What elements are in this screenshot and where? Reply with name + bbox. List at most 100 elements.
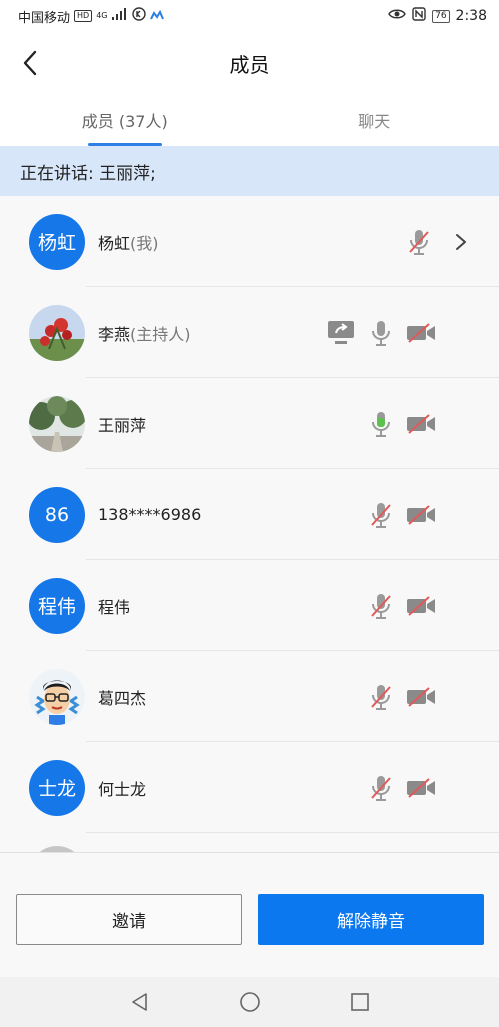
- signal-icon: [111, 8, 128, 24]
- status-bar: 中国移动 HD 4G 76 2:38: [0, 0, 499, 32]
- member-row[interactable]: 李燕(主持人): [0, 287, 499, 378]
- action-bar: 邀请 解除静音: [0, 852, 499, 977]
- member-row[interactable]: 王丽萍: [0, 378, 499, 469]
- member-role-tag: (我): [130, 233, 159, 253]
- system-nav-bar: [0, 977, 499, 1027]
- avatar: 86: [29, 486, 85, 543]
- status-bar-right: 76 2:38: [388, 7, 487, 25]
- member-name-wrap: 程伟: [98, 594, 130, 618]
- network-type: 4G: [96, 11, 108, 20]
- member-name: 138****6986: [98, 505, 202, 524]
- mic-muted-icon: [371, 775, 391, 801]
- member-row[interactable]: 杨虹 杨虹(我): [0, 196, 499, 287]
- tab-bar: 成员 (37人) 聊天: [0, 94, 499, 146]
- back-button[interactable]: [16, 48, 46, 78]
- mic-muted-icon: [371, 502, 391, 528]
- camera-off-icon: [407, 686, 435, 707]
- member-name: 李燕: [98, 324, 131, 344]
- row-divider: [86, 832, 499, 833]
- member-list: 杨虹 杨虹(我) 李燕(主持人) 王丽萍 86 138****6986 程伟 程…: [0, 196, 499, 852]
- member-row[interactable]: 86 138****6986: [0, 469, 499, 560]
- camera-off-button[interactable]: [401, 586, 441, 626]
- member-controls: [361, 586, 441, 626]
- camera-off-button[interactable]: [401, 313, 441, 353]
- camera-off-icon: [407, 504, 435, 525]
- member-name-wrap: 葛四杰: [98, 685, 146, 709]
- camera-off-button[interactable]: [401, 768, 441, 808]
- member-controls: [361, 677, 441, 717]
- flower-photo-icon: [29, 304, 85, 361]
- cartoon-face-icon: [29, 668, 85, 725]
- member-controls: [399, 222, 481, 262]
- camera-off-button[interactable]: [401, 404, 441, 444]
- nav-home-button[interactable]: [230, 982, 270, 1022]
- tab-chat[interactable]: 聊天: [250, 94, 499, 146]
- page-title: 成员: [229, 52, 270, 77]
- eye-comfort-icon: [388, 8, 406, 24]
- carrier-name: 中国移动: [18, 10, 71, 26]
- member-name: 王丽萍: [98, 415, 147, 435]
- member-row[interactable]: 葛四杰: [0, 651, 499, 742]
- member-row[interactable]: 士龙 何士龙: [0, 742, 499, 833]
- member-controls: [361, 768, 441, 808]
- member-name-wrap: 杨虹(我): [98, 230, 159, 254]
- clock: 2:38: [455, 8, 487, 24]
- battery-icon: 76: [432, 9, 450, 23]
- hd-badge: HD: [74, 10, 93, 22]
- mic-muted-button[interactable]: [361, 768, 401, 808]
- speaking-banner: 正在讲话: 王丽萍;: [0, 146, 499, 196]
- mic-muted-button[interactable]: [361, 586, 401, 626]
- mic-muted-icon: [371, 684, 391, 710]
- mic-icon: [372, 320, 390, 346]
- unmute-button[interactable]: 解除静音: [258, 894, 484, 945]
- mic-speaking-button[interactable]: [361, 404, 401, 444]
- member-detail-button[interactable]: [441, 222, 481, 262]
- camera-off-icon: [407, 595, 435, 616]
- nav-back-button[interactable]: [120, 982, 160, 1022]
- mic-muted-icon: [409, 229, 429, 255]
- member-name: 杨虹: [98, 233, 131, 253]
- circle-home-icon: [239, 992, 260, 1012]
- member-name: 何士龙: [98, 779, 147, 799]
- camera-off-button[interactable]: [401, 677, 441, 717]
- member-controls: [321, 313, 441, 353]
- triangle-back-icon: [131, 993, 147, 1011]
- nfc-icon: [412, 7, 426, 25]
- avatar: [29, 395, 85, 452]
- nav-recents-button[interactable]: [340, 982, 380, 1022]
- tab-members[interactable]: 成员 (37人): [0, 94, 250, 146]
- member-name-wrap: 何士龙: [98, 776, 146, 800]
- square-recents-icon: [350, 993, 369, 1011]
- camera-off-icon: [407, 413, 435, 434]
- avatar: 士龙: [29, 759, 85, 816]
- mic-button[interactable]: [361, 313, 401, 353]
- camera-off-button[interactable]: [401, 495, 441, 535]
- member-controls: [361, 495, 441, 535]
- member-row[interactable]: 程伟 程伟: [0, 560, 499, 651]
- app-header: 成员: [0, 32, 499, 94]
- screen-share-icon: [328, 320, 354, 344]
- member-name-wrap: 138****6986: [98, 505, 201, 524]
- trees-photo-icon: [29, 395, 85, 452]
- screen-share-button[interactable]: [321, 313, 361, 353]
- status-bar-left: 中国移动 HD 4G: [18, 7, 164, 26]
- member-name-wrap: 王丽萍: [98, 412, 146, 436]
- mic-speaking-icon: [372, 411, 390, 437]
- k-app-icon: [131, 7, 146, 25]
- camera-off-icon: [407, 777, 435, 798]
- chevron-right-icon: [456, 233, 466, 250]
- member-role-tag: (主持人): [130, 324, 191, 344]
- mic-muted-button[interactable]: [361, 495, 401, 535]
- avatar: [29, 304, 85, 361]
- avatar: 程伟: [29, 577, 85, 634]
- mic-muted-button[interactable]: [361, 677, 401, 717]
- mic-muted-button[interactable]: [399, 222, 439, 262]
- app-notification-icon: [149, 9, 164, 24]
- avatar: [29, 668, 85, 725]
- invite-button[interactable]: 邀请: [16, 894, 242, 945]
- member-controls: [361, 404, 441, 444]
- member-name: 葛四杰: [98, 688, 147, 708]
- avatar: 杨虹: [29, 213, 85, 270]
- mic-muted-icon: [371, 593, 391, 619]
- battery-level: 76: [435, 10, 447, 21]
